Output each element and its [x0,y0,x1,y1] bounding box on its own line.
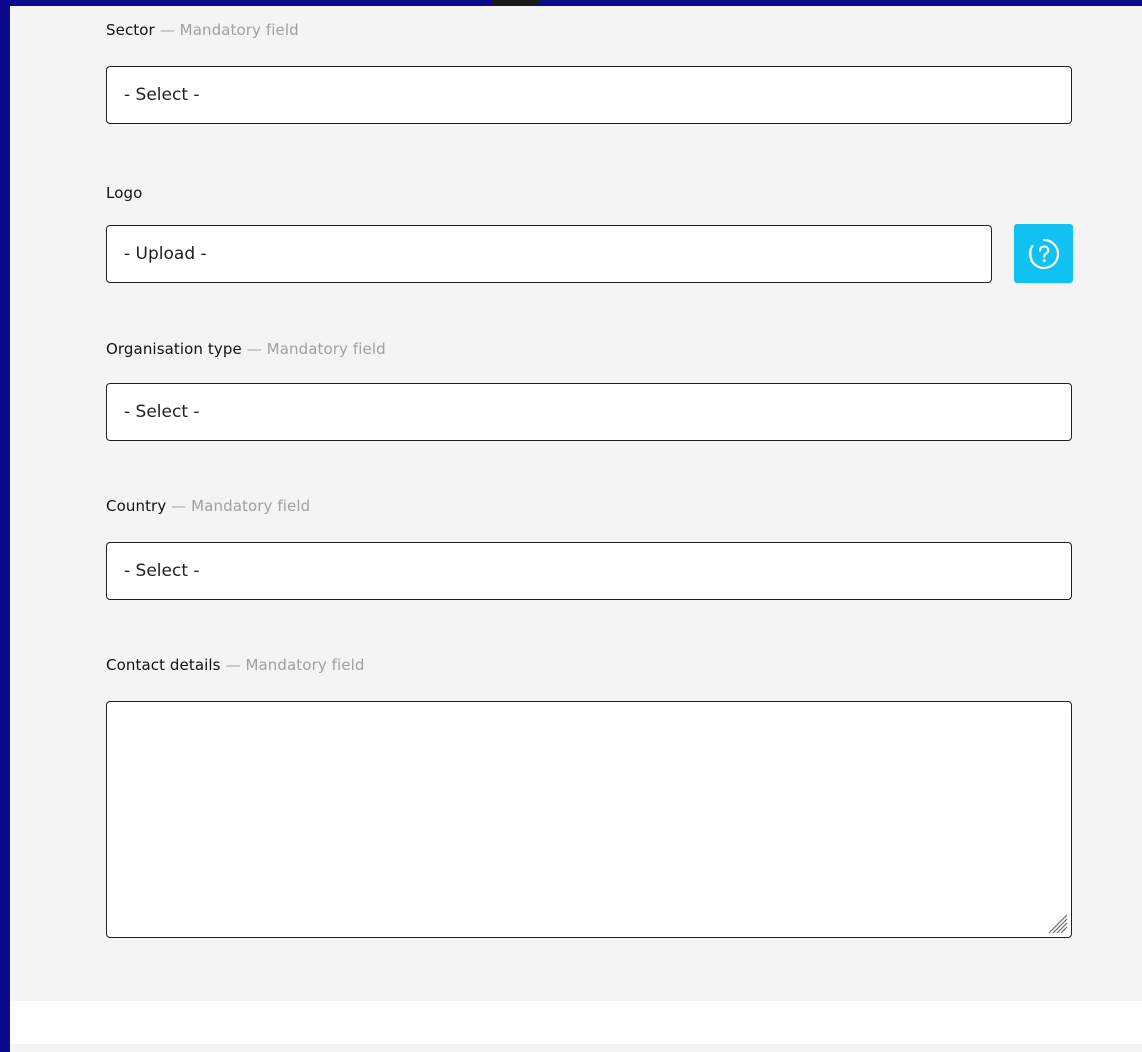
contact-details-textarea[interactable] [106,701,1072,938]
organisation-type-label: Organisation type — Mandatory field [106,340,386,358]
contact-details-mandatory-hint: Mandatory field [245,656,365,674]
logo-upload-value: - Upload - [124,244,207,264]
contact-details-label-text: Contact details [106,656,221,674]
organisation-type-mandatory-hint: Mandatory field [266,340,386,358]
country-mandatory-hint: Mandatory field [191,497,311,515]
sector-label: Sector — Mandatory field [106,21,299,39]
help-circle-icon [1028,238,1059,269]
country-label-text: Country [106,497,167,515]
country-select[interactable]: - Select - [106,542,1072,600]
logo-upload-field[interactable]: - Upload - [106,225,992,283]
mandatory-separator: — [154,21,180,39]
mandatory-separator: — [166,497,192,515]
organisation-type-select-value: - Select - [124,402,200,422]
sector-select-value: - Select - [124,85,200,105]
country-select-value: - Select - [124,561,200,581]
window-left-border [0,0,10,1052]
next-section-strip [10,1044,1142,1052]
organisation-type-label-text: Organisation type [106,340,242,358]
logo-label: Logo [106,184,142,202]
logo-label-text: Logo [106,184,143,202]
form-window: Sector — Mandatory field - Select - Logo… [0,0,1142,1052]
resize-handle-icon[interactable] [1043,909,1069,935]
mandatory-separator: — [241,340,267,358]
sector-select[interactable]: - Select - [106,66,1072,124]
sector-mandatory-hint: Mandatory field [179,21,299,39]
logo-help-button[interactable] [1014,224,1073,283]
sector-label-text: Sector [106,21,155,39]
country-label: Country — Mandatory field [106,497,310,515]
organisation-type-select[interactable]: - Select - [106,383,1072,441]
mandatory-separator: — [220,656,246,674]
contact-details-label: Contact details — Mandatory field [106,656,365,674]
